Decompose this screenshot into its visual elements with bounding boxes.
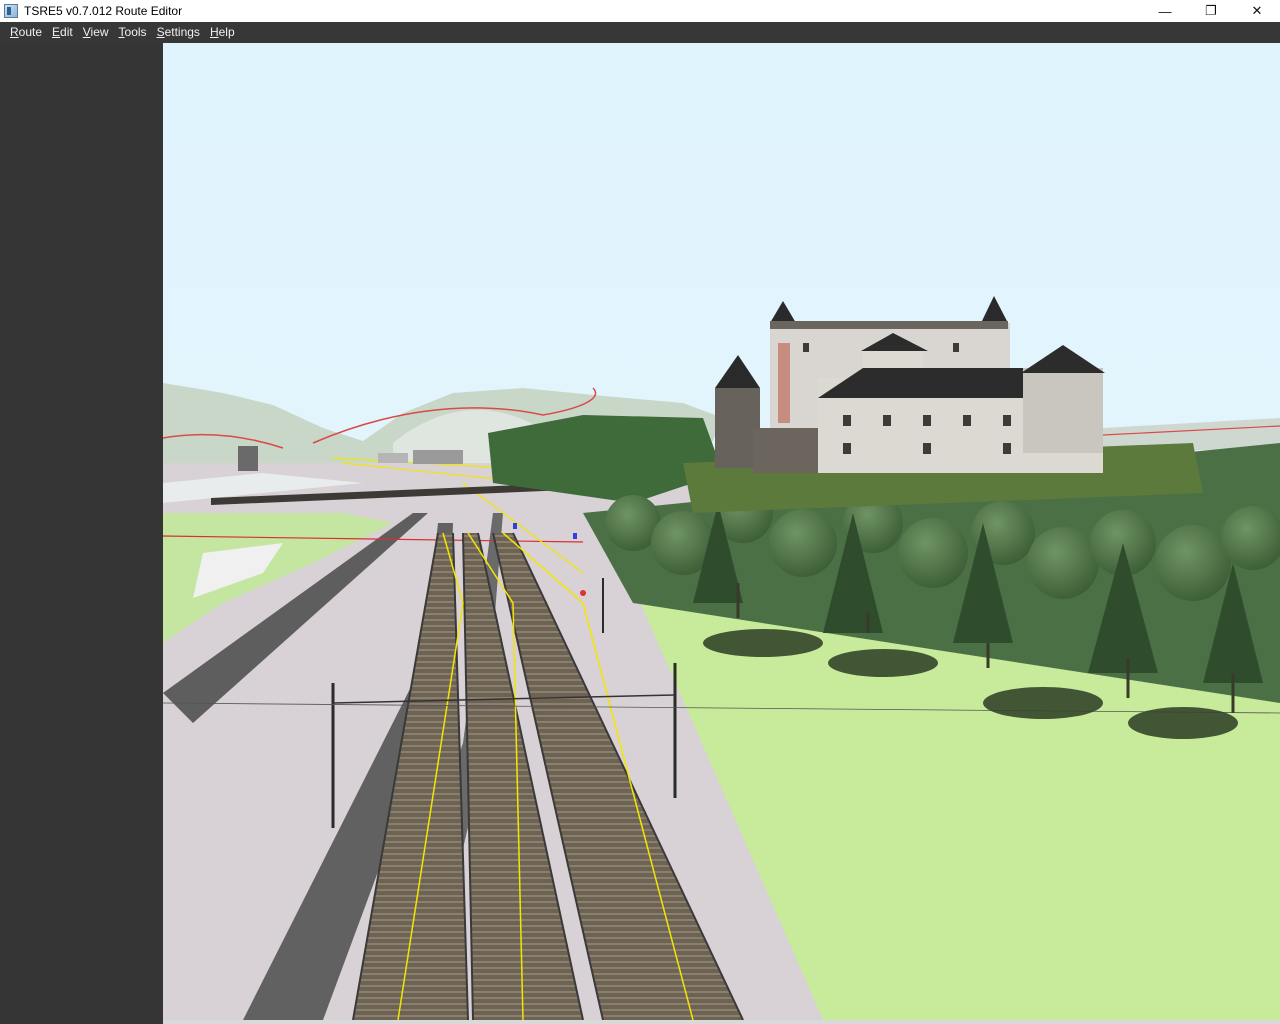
minimize-button[interactable]: — (1142, 0, 1188, 22)
app-icon (4, 4, 18, 18)
scene-render (163, 43, 1280, 1020)
window-controls: — ❐ ✕ (1142, 0, 1280, 22)
menu-help[interactable]: Help (205, 22, 240, 43)
menu-view[interactable]: View (78, 22, 114, 43)
restore-button[interactable]: ❐ (1188, 0, 1234, 22)
window-title: TSRE5 v0.7.012 Route Editor (24, 4, 183, 18)
menu-route[interactable]: Route (5, 22, 47, 43)
status-strip (163, 1020, 1280, 1024)
menu-edit[interactable]: Edit (47, 22, 78, 43)
3d-viewport[interactable] (163, 43, 1280, 1020)
menu-tools[interactable]: Tools (114, 22, 152, 43)
title-bar: TSRE5 v0.7.012 Route Editor — ❐ ✕ (0, 0, 1280, 22)
menu-settings[interactable]: Settings (152, 22, 205, 43)
left-tool-panel[interactable] (0, 43, 163, 1024)
close-button[interactable]: ✕ (1234, 0, 1280, 22)
menu-bar: Route Edit View Tools Settings Help (0, 22, 1280, 43)
